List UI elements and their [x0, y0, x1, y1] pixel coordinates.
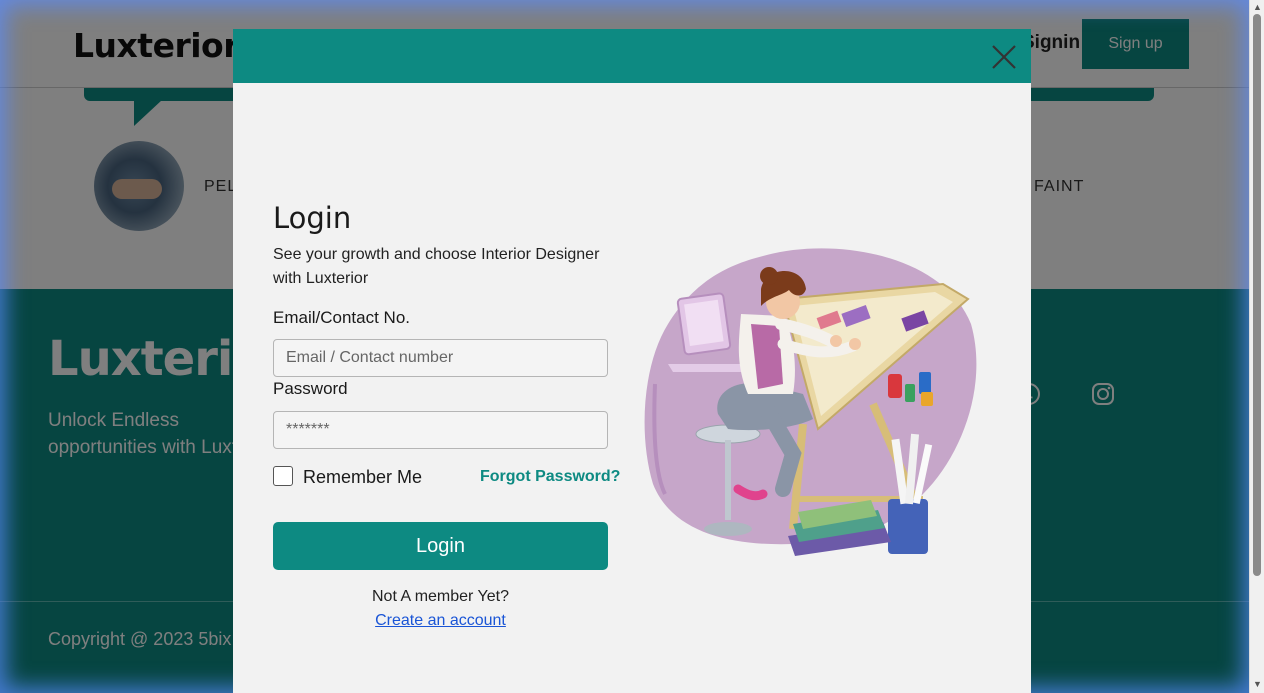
- password-label: Password: [273, 379, 348, 398]
- not-member-text: Not A member Yet?: [372, 588, 509, 605]
- modal-header: [233, 29, 1031, 83]
- remember-me-label[interactable]: Remember Me: [303, 467, 422, 488]
- scroll-down-arrow-icon[interactable]: ▼: [1253, 679, 1262, 689]
- scroll-up-arrow-icon[interactable]: ▲: [1253, 2, 1262, 12]
- email-field[interactable]: [273, 339, 608, 377]
- create-account-link[interactable]: Create an account: [273, 612, 608, 630]
- close-icon[interactable]: [988, 41, 1020, 73]
- remember-me-checkbox[interactable]: [273, 466, 293, 486]
- scroll-thumb[interactable]: [1253, 14, 1261, 576]
- email-label: Email/Contact No.: [273, 308, 410, 327]
- login-subtitle: See your growth and choose Interior Desi…: [273, 246, 600, 287]
- interior-designer-illustration: [644, 248, 977, 556]
- vertical-scrollbar[interactable]: ▲ ▼: [1249, 0, 1264, 693]
- login-modal: Login See your growth and choose Interio…: [233, 29, 1031, 693]
- login-title: Login: [273, 201, 352, 235]
- login-button[interactable]: Login: [273, 522, 608, 570]
- forgot-password-link[interactable]: Forgot Password?: [480, 468, 620, 486]
- password-field[interactable]: [273, 411, 608, 449]
